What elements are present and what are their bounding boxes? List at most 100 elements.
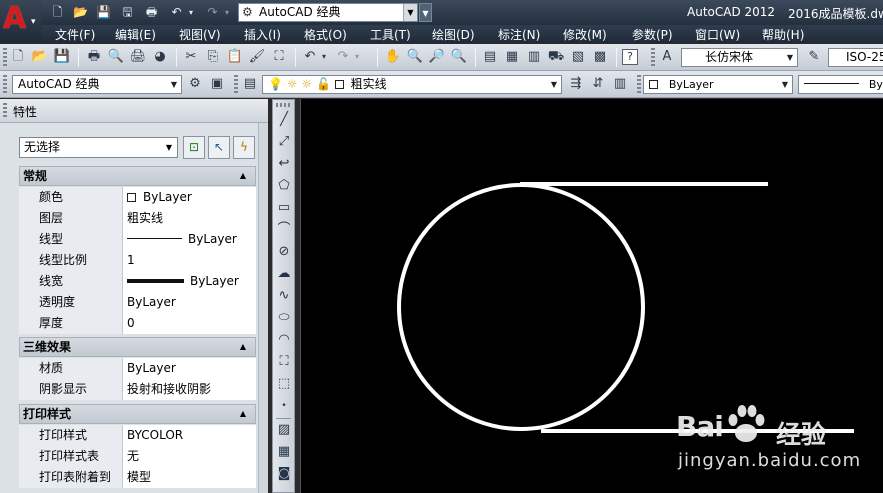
make-current-layer-icon[interactable]: ⇶: [566, 74, 586, 94]
property-row[interactable]: 厚度 0: [19, 313, 256, 334]
print-icon[interactable]: 🖶: [84, 47, 104, 67]
undo-dropdown-icon[interactable]: ▾: [319, 47, 329, 67]
hatch-icon[interactable]: ▨: [274, 420, 294, 440]
circle-entity[interactable]: [397, 183, 645, 431]
section-general[interactable]: 常规 ▲: [19, 166, 256, 186]
property-value[interactable]: ByLayer: [123, 271, 256, 292]
save-icon[interactable]: 💾: [52, 47, 72, 67]
undo-icon[interactable]: ↶: [167, 3, 186, 22]
section-plot-style[interactable]: 打印样式 ▲: [19, 404, 256, 424]
toggle-pickadd-button[interactable]: ⊡: [183, 136, 205, 159]
paste-icon[interactable]: 📋: [225, 47, 245, 67]
rectangle-icon[interactable]: ▭: [274, 198, 294, 218]
dimension-style-select[interactable]: ISO-25: [828, 48, 883, 67]
dimension-style-icon[interactable]: ✎: [804, 47, 824, 67]
select-objects-button[interactable]: ↖: [208, 136, 230, 159]
open-folder-icon[interactable]: 📂: [30, 47, 50, 67]
new-file-icon[interactable]: 🗋: [48, 3, 67, 22]
undo-icon[interactable]: ↶: [300, 47, 320, 67]
property-row[interactable]: 透明度 ByLayer: [19, 292, 256, 313]
property-value[interactable]: ByLayer: [123, 358, 256, 379]
toolbar-grip[interactable]: [651, 48, 655, 66]
collapse-icon[interactable]: ▲: [240, 167, 246, 185]
print-icon[interactable]: 🖶: [142, 3, 161, 22]
property-row[interactable]: 颜色 ByLayer: [19, 187, 256, 208]
print-preview-icon[interactable]: 🔍: [106, 47, 126, 67]
linetype-select[interactable]: ByL: [798, 75, 883, 94]
property-value[interactable]: 0: [123, 313, 256, 334]
region-icon[interactable]: ◙: [274, 464, 294, 484]
menu-file[interactable]: 文件(F): [55, 26, 95, 43]
undo-dropdown-icon[interactable]: ▾: [186, 3, 196, 22]
property-value[interactable]: 模型: [123, 467, 256, 488]
property-row[interactable]: 线宽 ByLayer: [19, 271, 256, 292]
menu-dimension[interactable]: 标注(N): [498, 26, 540, 43]
menu-edit[interactable]: 编辑(E): [115, 26, 156, 43]
menu-insert[interactable]: 插入(I): [244, 26, 281, 43]
pan-hand-icon[interactable]: ✋: [383, 47, 403, 67]
property-row[interactable]: 打印样式 BYCOLOR: [19, 425, 256, 446]
match-properties-icon[interactable]: 🖌: [247, 47, 267, 67]
property-row[interactable]: 打印表附着到 模型: [19, 467, 256, 488]
polygon-icon[interactable]: ⬠: [274, 176, 294, 196]
menu-modify[interactable]: 修改(M): [563, 26, 607, 43]
calculator-icon[interactable]: ▩: [590, 47, 610, 67]
property-value[interactable]: BYCOLOR: [123, 425, 256, 446]
line-icon[interactable]: ╱: [274, 110, 294, 130]
layer-state-icon[interactable]: ▥: [610, 74, 630, 94]
property-row[interactable]: 线型比例 1: [19, 250, 256, 271]
markup-icon[interactable]: ▧: [568, 47, 588, 67]
ellipse-icon[interactable]: ⬭: [274, 308, 294, 328]
section-3d-effects[interactable]: 三维效果 ▲: [19, 337, 256, 357]
properties-icon[interactable]: ▤: [480, 47, 500, 67]
toolbar-grip[interactable]: [637, 75, 641, 93]
selection-select[interactable]: 无选择 ▼: [19, 137, 178, 158]
save-icon[interactable]: 💾: [94, 3, 113, 22]
property-value[interactable]: ByLayer: [123, 187, 256, 208]
property-row[interactable]: 打印样式表 无: [19, 446, 256, 467]
text-style-icon[interactable]: A: [657, 47, 677, 67]
redo-dropdown-icon[interactable]: ▾: [352, 47, 362, 67]
circle-icon[interactable]: ⊘: [274, 242, 294, 262]
spline-icon[interactable]: ∿: [274, 286, 294, 306]
gradient-icon[interactable]: ▦: [274, 442, 294, 462]
3d-dwf-icon[interactable]: ◕: [150, 47, 170, 67]
property-value[interactable]: 投射和接收阴影: [123, 379, 256, 400]
zoom-window-icon[interactable]: 🔎: [427, 47, 447, 67]
property-value[interactable]: ByLayer: [123, 229, 256, 250]
block-editor-icon[interactable]: ⛶: [269, 47, 289, 67]
make-block-icon[interactable]: ⬚: [274, 374, 294, 394]
quick-select-button[interactable]: ϟ: [233, 136, 255, 159]
menu-draw[interactable]: 绘图(D): [432, 26, 475, 43]
collapse-icon[interactable]: ▲: [240, 338, 246, 356]
property-row[interactable]: 材质 ByLayer: [19, 358, 256, 379]
properties-palette-header[interactable]: 特性: [0, 99, 268, 123]
redo-dropdown-icon[interactable]: ▾: [222, 3, 232, 22]
arc-icon[interactable]: ⌒: [274, 220, 294, 240]
zoom-realtime-icon[interactable]: 🔍: [405, 47, 425, 67]
text-style-select[interactable]: 长仿宋体 ▼: [681, 48, 798, 67]
property-row[interactable]: 阴影显示 投射和接收阴影: [19, 379, 256, 400]
toolbar-grip[interactable]: [276, 103, 291, 107]
quick-access-more-button[interactable]: ▼: [419, 3, 432, 22]
design-center-icon[interactable]: ▦: [502, 47, 522, 67]
tool-palettes-icon[interactable]: ▥: [524, 47, 544, 67]
property-value[interactable]: ByLayer: [123, 292, 256, 313]
menu-window[interactable]: 窗口(W): [695, 26, 740, 43]
layer-previous-icon[interactable]: ⇵: [588, 74, 608, 94]
workspace-switcher[interactable]: ⚙ AutoCAD 经典 ▼: [238, 3, 418, 22]
toolbar-grip[interactable]: [3, 75, 7, 93]
sheet-set-icon[interactable]: ⛟: [546, 47, 566, 67]
collapse-icon[interactable]: ▲: [240, 405, 246, 423]
property-value[interactable]: 1: [123, 250, 256, 271]
my-workspace-icon[interactable]: ▣: [207, 74, 227, 94]
publish-icon[interactable]: 🖨: [128, 47, 148, 67]
layer-properties-icon[interactable]: ▤: [240, 74, 260, 94]
color-select[interactable]: ByLayer ▼: [643, 75, 793, 94]
palette-scrollbar[interactable]: [258, 123, 268, 493]
help-icon[interactable]: ?: [622, 49, 638, 65]
property-row[interactable]: 线型 ByLayer: [19, 229, 256, 250]
ellipse-arc-icon[interactable]: ◠: [274, 330, 294, 350]
open-folder-icon[interactable]: 📂: [71, 3, 90, 22]
layer-select[interactable]: 💡 ☼ ☼ 🔓 粗实线 ▼: [262, 75, 562, 94]
